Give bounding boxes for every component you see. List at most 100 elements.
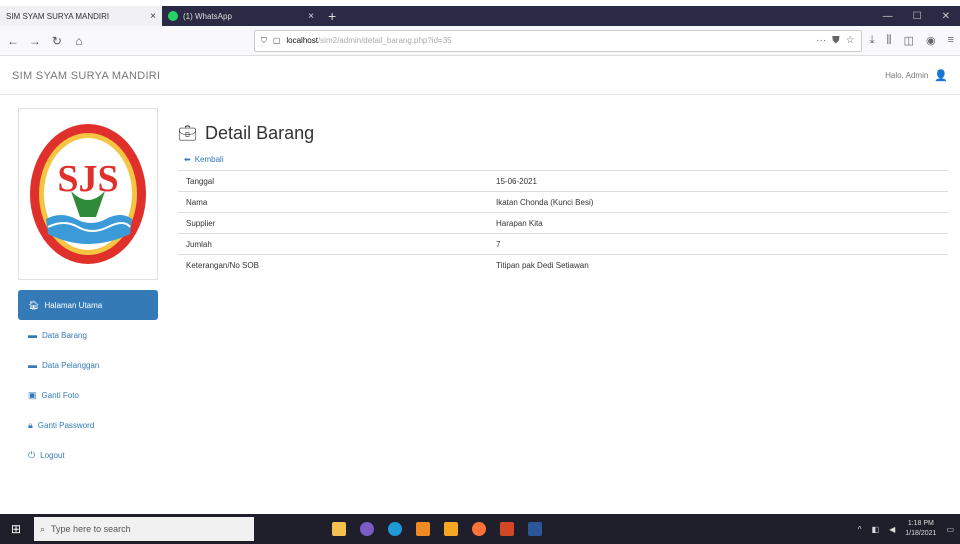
app-header: SIM SYAM SURYA MANDIRI Halo, Admin 👤 [0, 57, 960, 95]
url-text: localhost/sim2/admin/detail_barang.php?i… [286, 36, 810, 45]
url-path: /sim2/admin/detail_barang.php?id=35 [317, 36, 452, 45]
account-icon[interactable]: ◉ [926, 34, 936, 47]
close-tab-icon[interactable]: × [150, 11, 156, 22]
detail-table: Tanggal 15-06-2021 Nama Ikatan Chonda (Kunc… [178, 170, 948, 276]
volume-icon[interactable]: ◀ [889, 525, 895, 534]
reload-icon[interactable]: ↻ [50, 34, 64, 48]
sidebar-menu: 🏠︎ Halaman Utama ▬ Data Barang ▬ Data Pe… [18, 290, 158, 470]
network-icon[interactable]: ◧ [872, 525, 880, 534]
company-logo: SJS [18, 108, 158, 280]
back-link-label: Kembali [194, 154, 224, 164]
page-title: 💼︎ Detail Barang [178, 118, 958, 148]
detail-value: Titipan pak Dedi Setiawan [488, 254, 948, 276]
close-window-icon[interactable]: ✕ [942, 11, 950, 22]
clock[interactable]: 1:18 PM 1/18/2021 [905, 519, 936, 539]
new-tab-button[interactable]: + [320, 6, 344, 26]
sidebar-item-data-barang[interactable]: ▬ Data Barang [18, 320, 158, 350]
shield-icon: ⛉ [260, 35, 267, 45]
user-greeting: Halo, Admin [885, 71, 929, 80]
minimize-icon[interactable]: — [883, 11, 893, 22]
back-link[interactable]: ⬅ Kembali [178, 150, 958, 168]
sublime-icon[interactable] [444, 522, 458, 536]
detail-value: 7 [488, 233, 948, 255]
briefcase-icon: ▬ [28, 360, 37, 370]
maximize-icon[interactable]: ☐ [913, 11, 922, 22]
detail-key: Supplier [178, 212, 488, 234]
sidebar-item-logout[interactable]: ⏻ Logout [18, 440, 158, 470]
tab-title: SIM SYAM SURYA MANDIRI [6, 11, 110, 21]
word-icon[interactable] [528, 522, 542, 536]
briefcase-icon: ▬ [28, 330, 37, 340]
sidebar-item-label: Logout [40, 450, 65, 460]
table-row: Tanggal 15-06-2021 [178, 170, 948, 192]
vlc-icon[interactable] [416, 522, 430, 536]
detail-value: Ikatan Chonda (Kunci Besi) [488, 191, 948, 213]
brand-title[interactable]: SIM SYAM SURYA MANDIRI [12, 70, 160, 82]
sidebar-toggle-icon[interactable]: ◫ [904, 34, 914, 47]
sidebar-item-ganti-foto[interactable]: ▣ Ganti Foto [18, 380, 158, 410]
power-icon: ⏻ [28, 449, 36, 460]
edge-icon[interactable] [388, 522, 402, 536]
system-tray: ^ ◧ ◀ 1:18 PM 1/18/2021 ▭ [858, 519, 954, 539]
menu-icon[interactable]: ≡ [948, 34, 954, 47]
home-icon[interactable]: ⌂ [72, 34, 86, 48]
taskbar-search[interactable]: ⌕ Type here to search [34, 517, 254, 541]
notification-icon[interactable]: ▭ [946, 525, 954, 534]
home-icon: 🏠︎ [28, 299, 40, 310]
clock-time: 1:18 PM [907, 520, 934, 527]
firefox-icon[interactable] [472, 522, 486, 536]
tab-title: (1) WhatsApp [183, 11, 232, 21]
browser-tab-sim[interactable]: SIM SYAM SURYA MANDIRI × [0, 6, 162, 26]
taskbar-apps [332, 522, 542, 536]
logo-text: SJS [57, 158, 118, 200]
user-icon[interactable]: 👤 [934, 69, 948, 82]
detail-key: Tanggal [178, 170, 488, 192]
back-arrow-icon[interactable]: ← [6, 34, 20, 48]
file-explorer-icon[interactable] [332, 522, 346, 536]
detail-key: Jumlah [178, 233, 488, 255]
main-content: 💼︎ Detail Barang ⬅ Kembali Tanggal 15-06-… [178, 118, 958, 276]
browser-tab-whatsapp[interactable]: (1) WhatsApp × [162, 6, 320, 26]
chevron-up-icon[interactable]: ^ [858, 525, 862, 534]
sidebar-item-label: Data Pelanggan [42, 360, 100, 370]
picture-icon: ▣ [28, 389, 37, 400]
forward-arrow-icon[interactable]: → [28, 34, 42, 48]
url-actions: ··· ⛊ ☆ [816, 35, 854, 46]
page-title-text: Detail Barang [205, 122, 315, 143]
sidebar-item-halaman-utama[interactable]: 🏠︎ Halaman Utama [18, 290, 158, 320]
briefcase-icon: 💼︎ [178, 125, 198, 142]
downloads-icon[interactable]: ⤓ [870, 34, 875, 47]
sidebar-item-data-pelanggan[interactable]: ▬ Data Pelanggan [18, 350, 158, 380]
page-actions-icon[interactable]: ··· [816, 35, 826, 46]
sidebar-item-label: Ganti Foto [41, 390, 79, 400]
close-tab-icon[interactable]: × [308, 11, 314, 22]
detail-value: 15-06-2021 [488, 170, 948, 192]
browser-nav-bar: ← → ↻ ⌂ ⛉ ▢ localhost/sim2/admin/detail_… [0, 26, 960, 56]
detail-key: Keterangan/No SOB [178, 254, 488, 276]
sidebar-item-ganti-password[interactable]: 🔒︎ Ganti Password [18, 410, 158, 440]
windows-taskbar: ⊞ ⌕ Type here to search ^ ◧ ◀ 1:18 PM 1/… [0, 514, 960, 544]
powerpoint-icon[interactable] [500, 522, 514, 536]
windows-start-icon[interactable]: ⊞ [6, 519, 26, 539]
search-placeholder: Type here to search [51, 524, 131, 534]
sidebar-item-label: Halaman Utama [44, 300, 103, 310]
window-controls: — ☐ ✕ [883, 6, 960, 26]
sidebar-item-label: Data Barang [42, 330, 87, 340]
sidebar-item-label: Ganti Password [37, 420, 95, 430]
url-bar[interactable]: ⛉ ▢ localhost/sim2/admin/detail_barang.p… [253, 29, 862, 52]
logo-emblem-icon: SJS [30, 124, 146, 264]
table-row: Jumlah 7 [178, 233, 948, 255]
user-info: Halo, Admin 👤 [885, 69, 948, 82]
table-row: Supplier Harapan Kita [178, 212, 948, 234]
library-icon[interactable]: ⫼ [887, 34, 892, 47]
table-row: Nama Ikatan Chonda (Kunci Besi) [178, 191, 948, 213]
lock-icon: 🔒︎ [28, 419, 33, 430]
whatsapp-icon [168, 11, 178, 21]
browser-app-icon[interactable] [360, 522, 374, 536]
arrow-left-icon: ⬅ [184, 154, 191, 164]
page-info-icon[interactable]: ▢ [273, 36, 281, 45]
url-host: localhost [286, 36, 318, 45]
bookmark-star-icon[interactable]: ☆ [846, 35, 855, 46]
pocket-icon[interactable]: ⛊ [832, 35, 840, 46]
toolbar-icons: ⤓ ⫼ ◫ ◉ ≡ [870, 34, 954, 47]
